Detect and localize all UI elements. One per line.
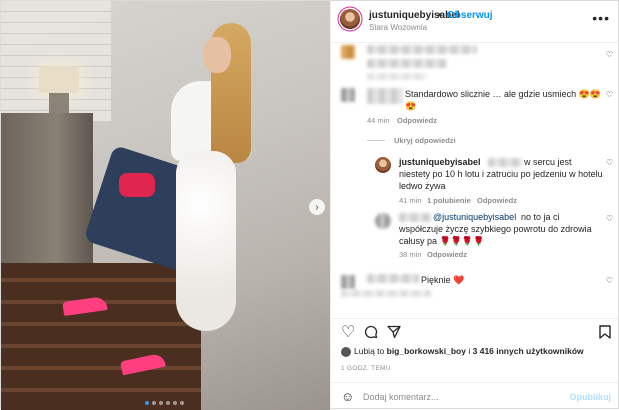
add-comment-bar: ☺ Opublikuj — [331, 382, 619, 410]
photo-face — [203, 37, 231, 73]
post-sidebar: justuniquebyisabel • Obserwuj Stara Wozo… — [330, 1, 619, 410]
carousel-dot — [152, 401, 156, 405]
liker-avatar[interactable] — [341, 346, 351, 357]
post-actions-bar: ♡ — [331, 318, 619, 346]
hide-replies-button[interactable]: Ukryj odpowiedzi — [394, 136, 456, 145]
photo-pink-bag — [119, 173, 155, 197]
likes-connector: i — [468, 346, 471, 356]
carousel-indicator — [145, 401, 184, 405]
photo-stairs — [1, 263, 201, 410]
carousel-dot — [166, 401, 170, 405]
heart-outline-icon[interactable]: ♡ — [606, 214, 613, 223]
author-username[interactable]: justuniquebyisabel — [369, 10, 460, 21]
liker-username[interactable]: big_borkowski_boy — [387, 346, 466, 356]
reply-reply-button[interactable]: Odpowiedz — [477, 196, 517, 205]
comment-time: 44 min — [367, 116, 390, 125]
reply-text: no to ja ci współczuje życzę szybkiego p… — [399, 212, 592, 246]
chevron-right-icon: › — [315, 201, 319, 213]
comment-author-blurred — [367, 45, 477, 54]
carousel-dot — [159, 401, 163, 405]
bookmark-icon[interactable] — [599, 325, 611, 342]
heart-outline-icon[interactable]: ♡ — [606, 50, 613, 59]
reply-text: w sercu jest niestety po 10 h lotu i zat… — [399, 157, 603, 191]
photo-lamp — [39, 67, 79, 93]
hide-replies-line — [367, 140, 385, 141]
carousel-next-button[interactable]: › — [309, 199, 325, 215]
paper-plane-icon[interactable] — [387, 325, 401, 342]
comment-icon[interactable] — [364, 325, 378, 342]
carousel-dot — [173, 401, 177, 405]
comment-meta-blurred — [367, 73, 427, 80]
more-horizontal-icon[interactable]: ••• — [592, 10, 610, 26]
comment-text: Pięknie ❤️ — [421, 275, 465, 285]
comment-avatar[interactable] — [341, 45, 355, 59]
comment-author-blurred — [367, 88, 403, 104]
carousel-dot — [180, 401, 184, 405]
photo-cabinet — [1, 113, 93, 263]
comment-input[interactable] — [363, 389, 563, 405]
likes-count-button[interactable]: 3 416 innych użytkowników — [473, 346, 584, 356]
comment-text-blurred — [367, 59, 447, 68]
reply-time: 38 min — [399, 250, 422, 259]
post-header: justuniquebyisabel • Obserwuj Stara Wozo… — [331, 1, 619, 43]
reply-reply-button[interactable]: Odpowiedz — [427, 250, 467, 259]
post-photo[interactable]: › — [1, 1, 330, 410]
heart-outline-icon[interactable]: ♡ — [606, 276, 613, 285]
comment-avatar[interactable] — [341, 275, 355, 289]
comment-reply-button[interactable]: Odpowiedz — [397, 116, 437, 125]
comment-author-blurred — [367, 274, 419, 283]
separator-dot: • — [438, 10, 442, 21]
carousel-dot — [145, 401, 149, 405]
reply-avatar[interactable] — [375, 213, 391, 229]
instagram-post-modal: › justuniquebyisabel • Obserwuj Stara Wo… — [0, 0, 619, 410]
post-timestamp[interactable]: 1 GODZ. TEMU — [341, 365, 391, 372]
photo-lamp-base — [49, 93, 69, 115]
likes-summary: Lubią to big_borkowski_boy i 3 416 innyc… — [341, 346, 584, 357]
smiley-icon[interactable]: ☺ — [341, 389, 354, 404]
photo-fur-coat — [176, 151, 236, 331]
follow-button[interactable]: Obserwuj — [447, 10, 493, 21]
comment-meta-blurred — [341, 290, 431, 297]
location-link[interactable]: Stara Wozownia — [369, 23, 427, 32]
heart-outline-icon[interactable]: ♡ — [606, 158, 613, 167]
heart-outline-icon[interactable]: ♡ — [606, 90, 613, 99]
comment-text: Standardowo slicznie … ale gdzie usmiech… — [405, 89, 602, 111]
reply-likes[interactable]: 1 polubienie — [427, 196, 471, 205]
author-avatar[interactable] — [340, 9, 360, 29]
likes-prefix: Lubią to — [354, 346, 385, 356]
heart-outline-icon[interactable]: ♡ — [341, 322, 355, 342]
comments-list: ♡ Standardowo slicznie … ale gdzie usmie… — [331, 43, 619, 318]
post-comment-button[interactable]: Opublikuj — [570, 392, 612, 402]
reply-time: 41 min — [399, 196, 422, 205]
comment-avatar[interactable] — [341, 88, 355, 102]
reply-avatar[interactable] — [375, 157, 391, 173]
